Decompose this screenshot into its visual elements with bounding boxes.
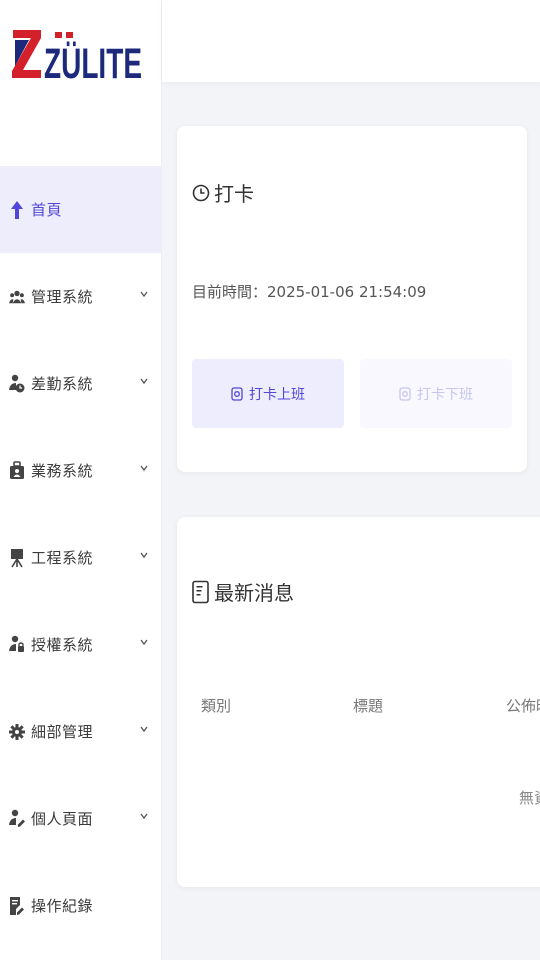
user-clock-icon — [9, 374, 25, 394]
sidebar-item-attendance[interactable]: 差勤系統 — [0, 340, 161, 427]
gear-icon — [9, 722, 25, 742]
chevron-down-icon — [140, 291, 148, 298]
document-icon — [192, 580, 209, 603]
news-card-header: 最新消息 — [192, 577, 294, 606]
column-header-publish-time[interactable]: 公佈時間 — [506, 695, 540, 716]
chevron-down-icon — [140, 552, 148, 559]
sidebar-item-detail-management[interactable]: 細部管理 — [0, 688, 161, 775]
news-card-title: 最新消息 — [214, 581, 294, 605]
sidebar-item-label: 差勤系統 — [31, 375, 94, 393]
chevron-down-icon — [140, 639, 148, 646]
clock-in-button[interactable]: 打卡上班 — [192, 359, 344, 428]
sidebar-item-authorization[interactable]: 授權系統 — [0, 601, 161, 688]
camera-icon — [231, 386, 243, 401]
user-key-icon — [9, 635, 25, 655]
chevron-down-icon — [140, 465, 148, 472]
sidebar-item-label: 工程系統 — [31, 549, 94, 567]
top-bar — [162, 0, 540, 82]
punch-card: 打卡 目前時間：2025-01-06 21:54:09 打卡上班 打卡下班 — [177, 126, 527, 472]
file-edit-icon — [9, 896, 25, 916]
sidebar-item-label: 授權系統 — [31, 636, 94, 654]
chevron-down-icon — [140, 378, 148, 385]
sidebar-item-label: 細部管理 — [31, 723, 94, 741]
easel-icon — [9, 548, 25, 568]
empty-state-text: 無資料 — [519, 789, 540, 807]
camera-icon — [399, 386, 411, 401]
chevron-down-icon — [140, 813, 148, 820]
sidebar-item-home[interactable]: 首頁 — [0, 166, 161, 253]
users-icon — [9, 287, 25, 307]
current-time: 目前時間：2025-01-06 21:54:09 — [192, 283, 427, 301]
punch-card-header: 打卡 — [192, 178, 254, 207]
punch-card-title: 打卡 — [214, 182, 254, 206]
svg-text:ZÜLITE: ZÜLITE — [44, 40, 142, 88]
sidebar: ZÜLITE 首頁 管理系統 差勤系統 業務系統 工程系統 授權系統 細部管理 … — [0, 0, 162, 960]
briefcase-user-icon — [9, 460, 25, 481]
sidebar-item-label: 個人頁面 — [31, 810, 94, 828]
sidebar-item-label: 業務系統 — [31, 462, 94, 480]
clock-in-label: 打卡上班 — [249, 386, 305, 403]
sidebar-item-operation-log[interactable]: 操作紀錄 — [0, 862, 161, 949]
column-header-title[interactable]: 標題 — [353, 695, 383, 716]
clock-out-button[interactable]: 打卡下班 — [360, 359, 512, 428]
sidebar-item-personal-page[interactable]: 個人頁面 — [0, 775, 161, 862]
chevron-down-icon — [140, 726, 148, 733]
user-edit-icon — [9, 809, 25, 829]
sidebar-item-business[interactable]: 業務系統 — [0, 427, 161, 514]
clock-icon — [192, 184, 210, 201]
news-card: 最新消息 類別 標題 公佈時間 無資料 — [177, 517, 540, 887]
clock-out-label: 打卡下班 — [417, 386, 473, 403]
sidebar-item-engineering[interactable]: 工程系統 — [0, 514, 161, 601]
sidebar-item-label: 管理系統 — [31, 288, 94, 306]
sidebar-item-label: 操作紀錄 — [31, 897, 94, 915]
home-arrow-icon — [9, 200, 25, 220]
sidebar-item-label: 首頁 — [31, 201, 63, 219]
sidebar-item-management[interactable]: 管理系統 — [0, 253, 161, 340]
zulite-logo[interactable]: ZÜLITE — [11, 26, 145, 106]
column-header-category[interactable]: 類別 — [201, 695, 231, 716]
